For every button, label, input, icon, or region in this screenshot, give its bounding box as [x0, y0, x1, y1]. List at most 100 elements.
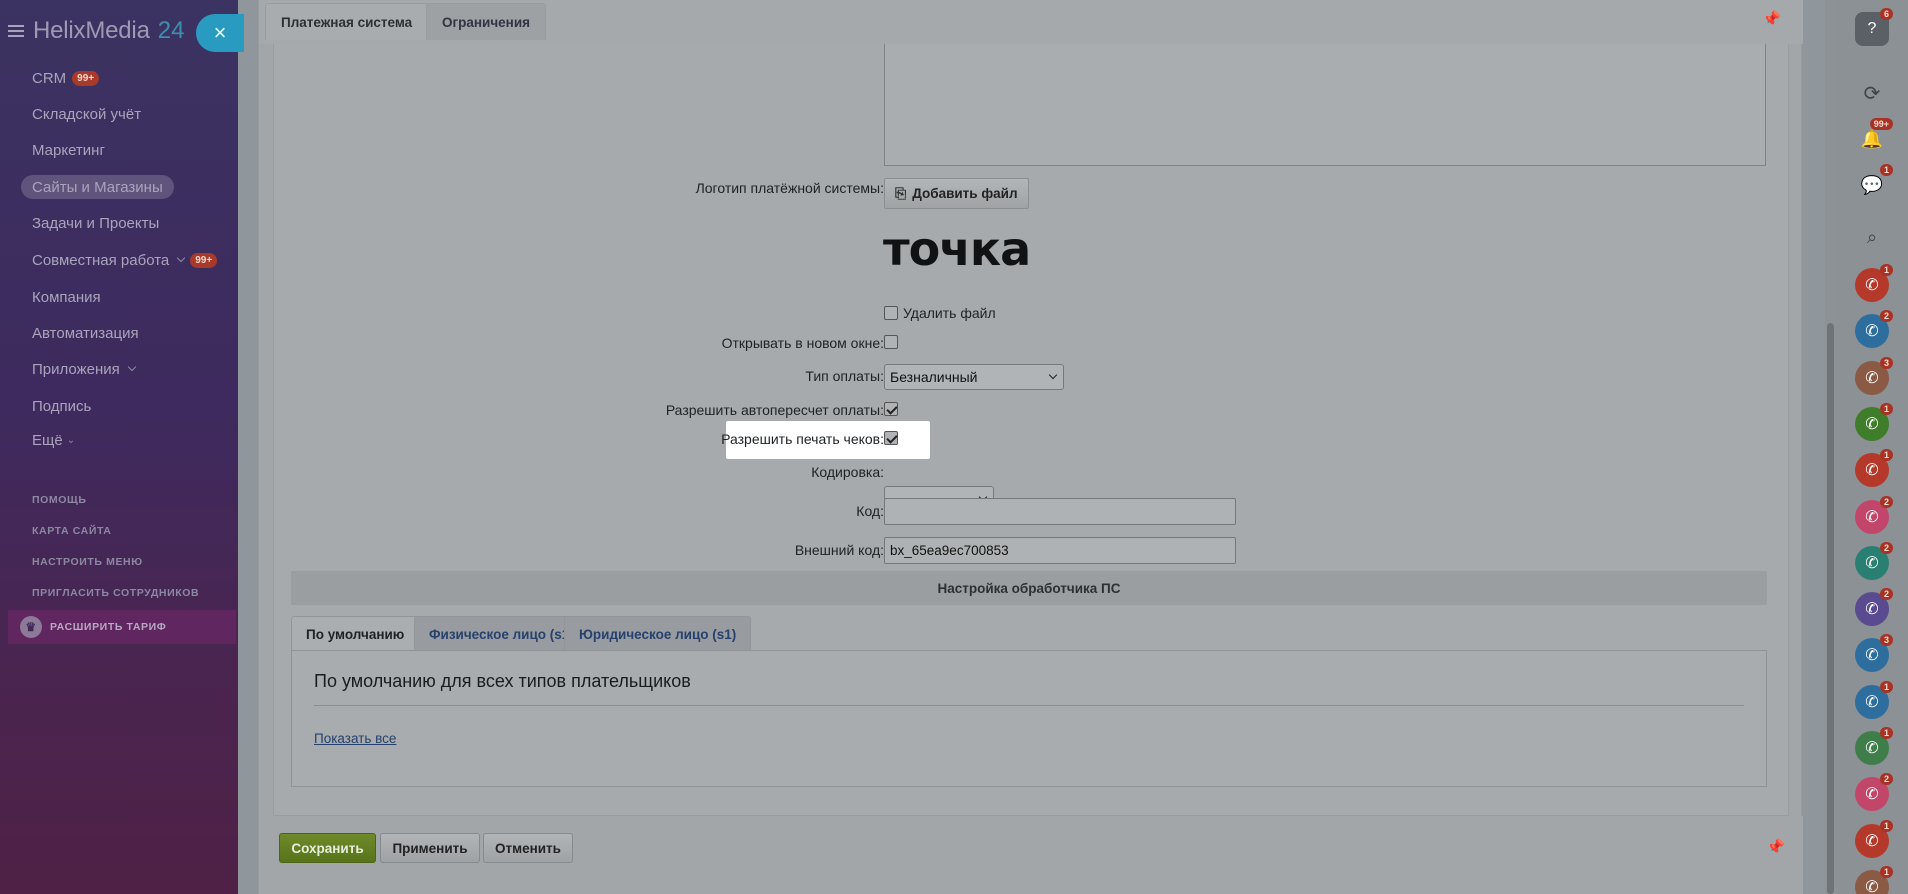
- count-badge: 99+: [72, 70, 100, 86]
- upgrade-plan-button[interactable]: ♛ РАСШИРИТЬ ТАРИФ: [8, 610, 236, 644]
- sidebar-item-warehouse[interactable]: Складской учёт: [32, 102, 141, 126]
- menu-icon[interactable]: [8, 25, 24, 37]
- ext-code-label: Внешний код:: [794, 542, 884, 558]
- chevron-down-icon: [177, 253, 186, 263]
- count-badge: 6: [1879, 8, 1893, 20]
- sidebar-item-label: Ещё: [32, 431, 63, 449]
- call-avatar[interactable]: ✆ 1: [1855, 264, 1893, 302]
- sidebar-item-label: Маркетинг: [32, 141, 105, 159]
- sitemap-link[interactable]: КАРТА САЙТА: [32, 525, 112, 537]
- sync-icon: ⟳: [1863, 82, 1881, 105]
- tab-payment-system[interactable]: Платежная система: [265, 3, 429, 40]
- phone-icon: ✆: [1865, 277, 1879, 294]
- help-link[interactable]: ПОМОЩЬ: [32, 494, 86, 506]
- count-badge: 1: [1879, 164, 1893, 176]
- call-avatar[interactable]: ✆ 1: [1855, 402, 1893, 441]
- notifications-button[interactable]: 🔔 99+: [1855, 118, 1893, 156]
- count-badge: 1: [1879, 680, 1893, 693]
- pin-icon[interactable]: 📌: [1762, 10, 1781, 28]
- save-button[interactable]: Сохранить: [279, 833, 376, 863]
- encoding-label: Кодировка:: [811, 464, 884, 480]
- delete-file-row[interactable]: Удалить файл: [884, 305, 996, 321]
- call-avatar[interactable]: ✆ 1: [1855, 449, 1893, 488]
- call-avatar[interactable]: ✆ 1: [1855, 865, 1893, 894]
- call-avatar[interactable]: ✆ 1: [1855, 819, 1893, 858]
- sidebar-item-applications[interactable]: Приложения: [32, 357, 137, 381]
- chat-button[interactable]: 💬 1: [1855, 164, 1893, 202]
- sidebar-item-label: Автоматизация: [32, 324, 139, 342]
- print-checks-label: Разрешить печать чеков:: [721, 431, 884, 447]
- new-window-label: Открывать в новом окне:: [721, 335, 884, 351]
- phone-icon: ✆: [1865, 601, 1879, 619]
- sidebar-item-label: Складской учёт: [32, 105, 142, 123]
- invite-employees-link[interactable]: ПРИГЛАСИТЬ СОТРУДНИКОВ: [32, 587, 199, 599]
- sidebar-item-tasks[interactable]: Задачи и Проекты: [32, 211, 159, 235]
- code-label: Код:: [856, 503, 884, 519]
- sync-button[interactable]: ⟳: [1855, 76, 1889, 110]
- tab-legal-entity[interactable]: Юридическое лицо (s1): [564, 616, 752, 651]
- divider: [314, 705, 1744, 706]
- print-checks-checkbox[interactable]: [884, 431, 898, 445]
- sidebar-item-label: Совместная работа: [32, 251, 170, 269]
- sidebar-item-label: CRM: [32, 69, 67, 87]
- new-window-checkbox[interactable]: [884, 335, 898, 349]
- sidebar-item-label: Сайты и Магазины: [32, 178, 163, 196]
- phone-icon: ✆: [1865, 647, 1879, 665]
- cancel-button[interactable]: Отменить: [483, 833, 573, 863]
- configure-menu-link[interactable]: НАСТРОИТЬ МЕНЮ: [32, 556, 143, 568]
- phone-icon: ✆: [1865, 554, 1879, 572]
- phone-icon: ✆: [1865, 740, 1879, 757]
- app-logo[interactable]: HelixMedia: [33, 17, 150, 45]
- chevron-down-icon: [1048, 370, 1058, 380]
- tab-individual[interactable]: Физическое лицо (s1): [414, 616, 589, 651]
- add-file-button[interactable]: ⎘ Добавить файл: [884, 178, 1029, 209]
- code-input[interactable]: [884, 498, 1236, 525]
- sidebar-item-signature[interactable]: Подпись: [32, 394, 91, 418]
- tab-default[interactable]: По умолчанию: [291, 616, 420, 651]
- call-avatar[interactable]: ✆ 2: [1855, 541, 1893, 580]
- sidebar-item-more[interactable]: Ещё ⌄: [32, 428, 75, 452]
- pay-type-value: Безналичный: [890, 369, 978, 385]
- pin-icon[interactable]: 📌: [1766, 838, 1785, 856]
- tab-restrictions[interactable]: Ограничения: [426, 3, 547, 40]
- call-avatar[interactable]: ✆ 1: [1855, 727, 1893, 765]
- phone-icon: ✆: [1865, 369, 1879, 387]
- call-avatar[interactable]: ✆ 2: [1855, 773, 1893, 812]
- sidebar-item-automation[interactable]: Автоматизация: [32, 321, 139, 345]
- search-button[interactable]: ⌕: [1855, 220, 1889, 254]
- count-badge: 1: [1879, 865, 1893, 878]
- help-button[interactable]: ? 6: [1855, 8, 1893, 46]
- sidebar-item-sites-shops[interactable]: Сайты и Магазины: [21, 175, 174, 199]
- call-avatar[interactable]: ✆ 3: [1855, 634, 1893, 673]
- count-badge: 1: [1879, 402, 1893, 415]
- sidebar-item-crm[interactable]: CRM 99+: [32, 66, 100, 90]
- delete-file-checkbox[interactable]: [884, 306, 898, 320]
- scrollbar-thumb[interactable]: [1827, 323, 1834, 894]
- call-avatar[interactable]: ✆ 1: [1855, 680, 1893, 719]
- phone-icon: ✆: [1865, 462, 1879, 480]
- count-badge: 1: [1879, 819, 1893, 832]
- ext-code-input[interactable]: bx_65ea9ec700853: [884, 537, 1236, 564]
- close-button[interactable]: ×: [196, 14, 244, 52]
- handler-settings-box: По умолчанию для всех типов плательщиков…: [291, 650, 1767, 787]
- scrollbar[interactable]: [1825, 0, 1836, 894]
- crown-icon: ♛: [20, 616, 42, 638]
- count-badge: 2: [1879, 541, 1893, 554]
- sidebar-item-company[interactable]: Компания: [32, 285, 101, 309]
- pay-type-select[interactable]: Безналичный: [884, 364, 1064, 390]
- form-footer: Сохранить Применить Отменить 📌: [259, 816, 1803, 894]
- brand: HelixMedia 24: [8, 14, 184, 48]
- sidebar-item-marketing[interactable]: Маркетинг: [32, 138, 105, 162]
- delete-file-label: Удалить файл: [903, 305, 996, 321]
- logo-label: Логотип платёжной системы:: [695, 180, 884, 196]
- call-avatar[interactable]: ✆ 3: [1855, 356, 1893, 395]
- sidebar-item-collaboration[interactable]: Совместная работа 99+: [32, 248, 218, 272]
- description-textarea[interactable]: [884, 44, 1766, 166]
- auto-recalc-checkbox[interactable]: [884, 402, 898, 416]
- call-avatar[interactable]: ✆ 2: [1855, 588, 1893, 627]
- call-avatar[interactable]: ✆ 2: [1855, 495, 1893, 534]
- main-panel: Платежная система Ограничения 📌 Логотип …: [258, 0, 1803, 894]
- apply-button[interactable]: Применить: [380, 833, 480, 863]
- show-all-link[interactable]: Показать все: [314, 731, 396, 746]
- call-avatar[interactable]: ✆ 2: [1855, 310, 1893, 349]
